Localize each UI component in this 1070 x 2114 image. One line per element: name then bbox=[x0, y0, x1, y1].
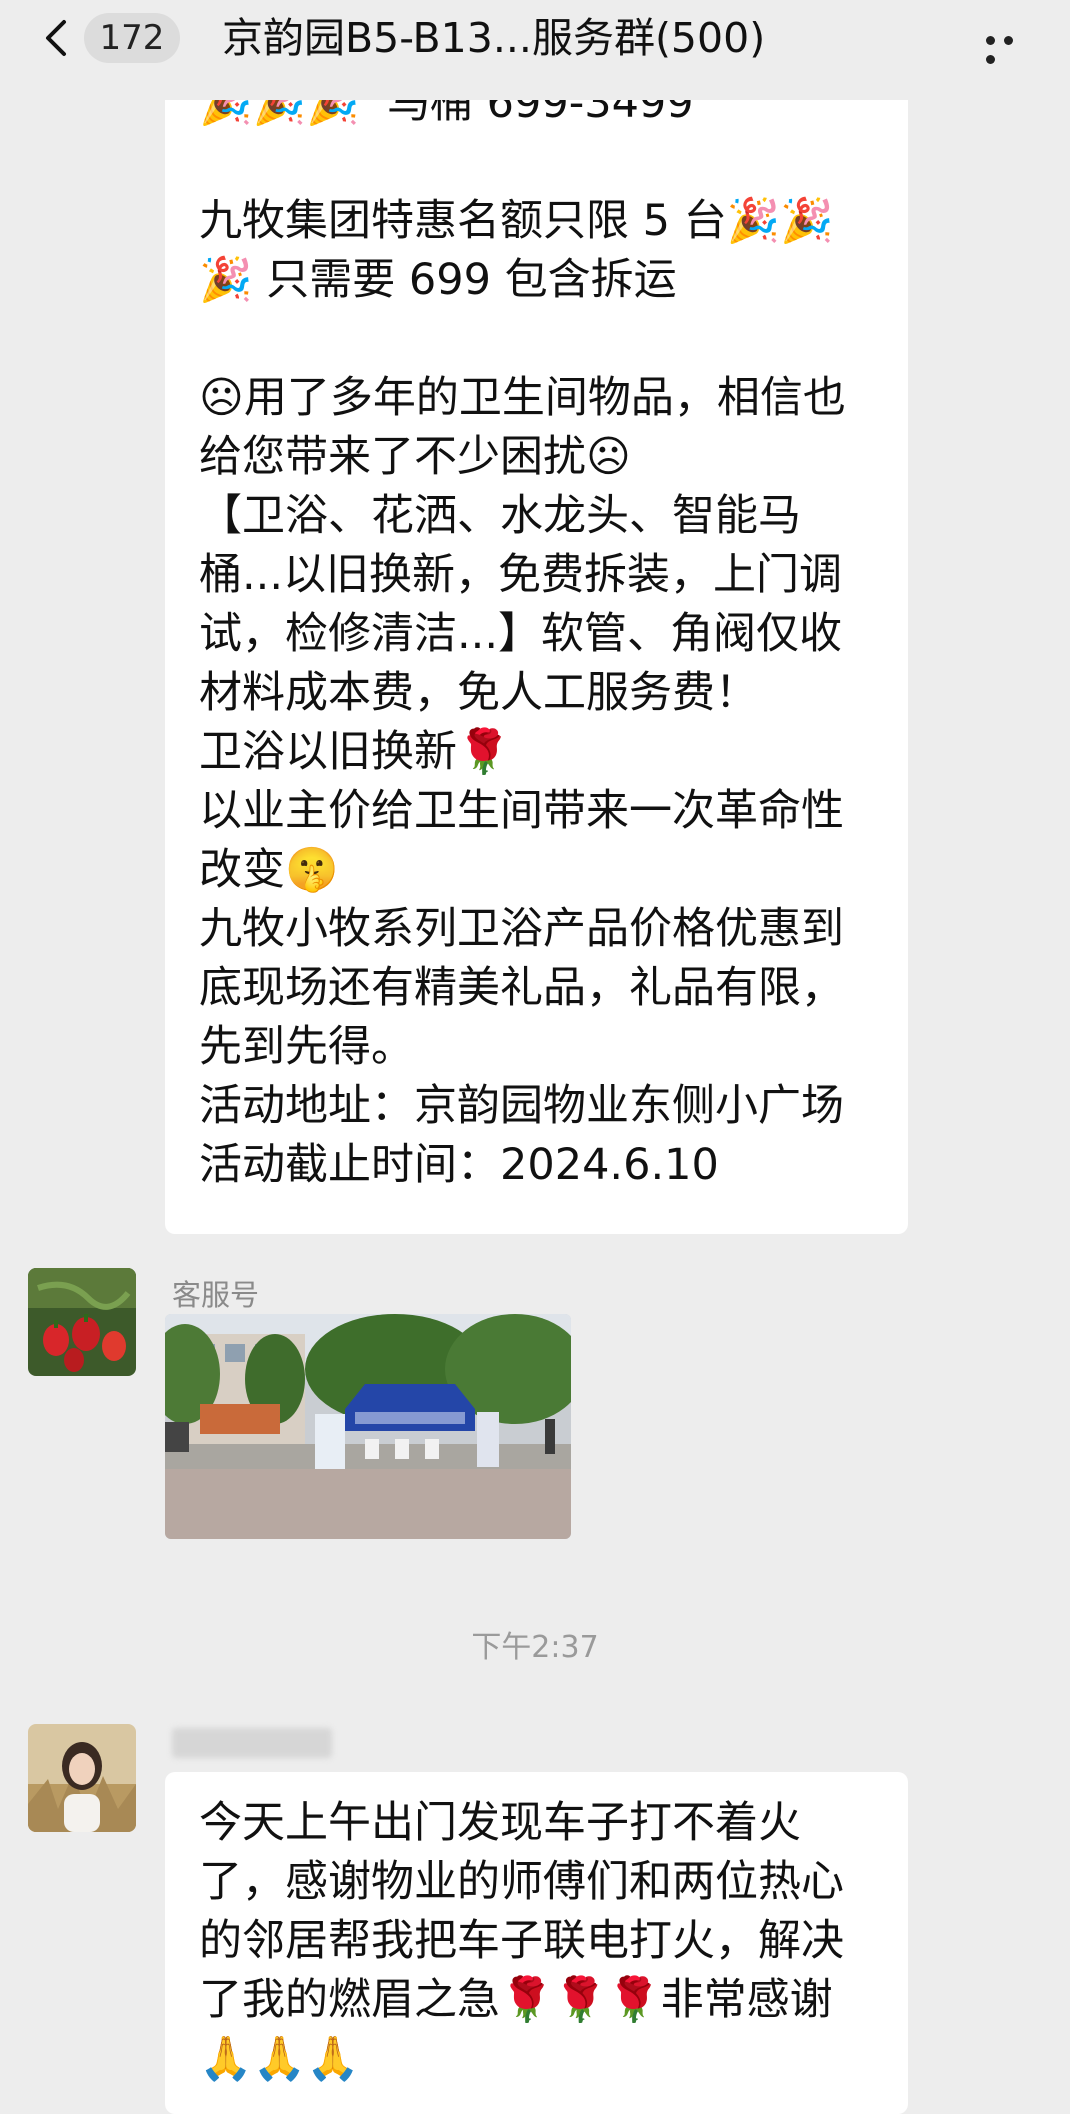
chat-header: 172 京韵园B5-B13...服务群(500) bbox=[0, 0, 1070, 100]
message-bubble[interactable]: 今天上午出门发现车子打不着火了，感谢物业的师傅们和两位热心的邻居帮我把车子联电打… bbox=[165, 1772, 908, 2114]
chat-title: 京韵园B5-B13...服务群(500) bbox=[222, 14, 766, 62]
avatar-woman[interactable] bbox=[28, 1724, 136, 1832]
sender-name-blurred bbox=[172, 1728, 332, 1758]
time-divider: 下午2:37 bbox=[471, 1630, 599, 1665]
woman-avatar-icon bbox=[28, 1724, 136, 1832]
message-text: 今天上午出门发现车子打不着火了，感谢物业的师傅们和两位热心的邻居帮我把车子联电打… bbox=[199, 1798, 844, 2084]
message-bubble[interactable]: 🎉🎉🎉 马桶 699-3499 九牧集团特惠名额只限 5 台🎉🎉 🎉 只需要 6… bbox=[165, 60, 908, 1234]
avatar-strawberry[interactable] bbox=[28, 1268, 136, 1376]
sender-name: 客服号 bbox=[172, 1278, 260, 1312]
plaza-photo-image bbox=[165, 1314, 571, 1539]
more-options-icon[interactable] bbox=[986, 30, 1036, 64]
back-chevron-icon[interactable] bbox=[38, 18, 78, 58]
message-text: 🎉🎉🎉 马桶 699-3499 九牧集团特惠名额只限 5 台🎉🎉 🎉 只需要 6… bbox=[199, 78, 846, 1190]
unread-count-badge[interactable]: 172 bbox=[84, 13, 180, 63]
shared-photo[interactable] bbox=[165, 1314, 571, 1539]
strawberry-avatar-icon bbox=[28, 1268, 136, 1376]
